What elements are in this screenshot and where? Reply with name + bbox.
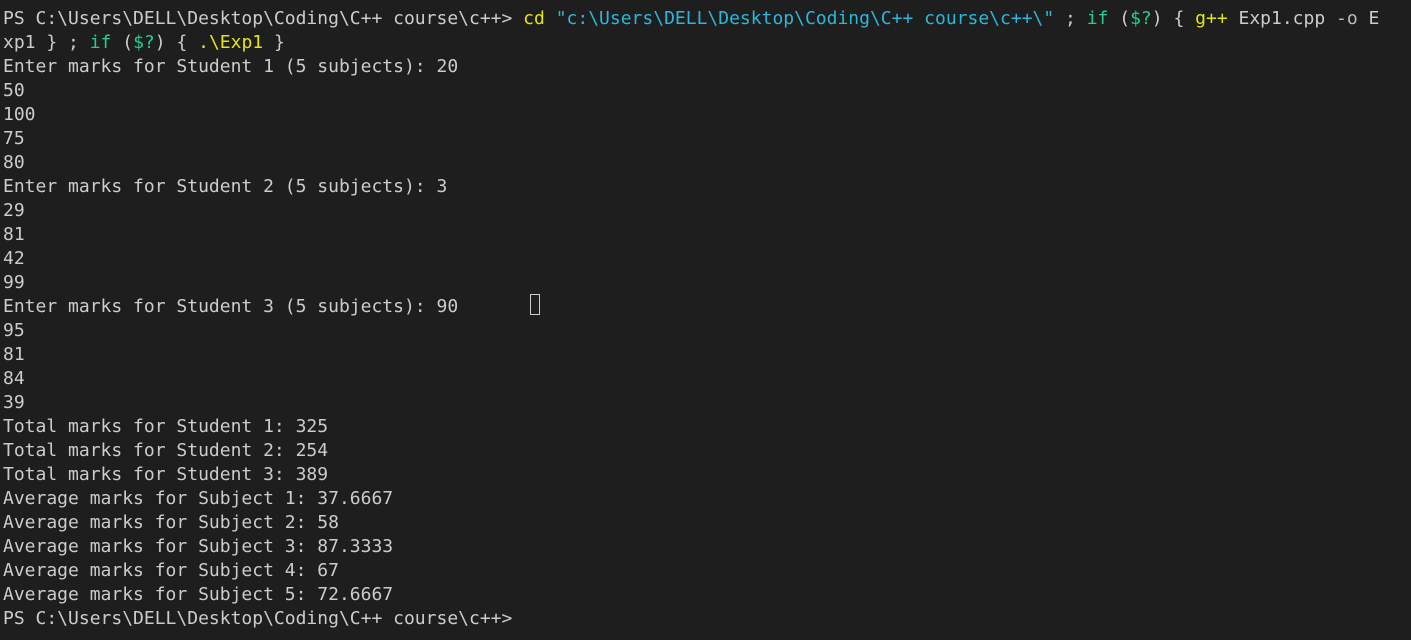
brace-end: }: [263, 32, 285, 53]
output-line: 75: [3, 128, 25, 149]
output-line: Total marks for Student 3: 389: [3, 464, 329, 485]
output-line: 95: [3, 320, 25, 341]
output-line: 81: [3, 224, 25, 245]
output-line: Average marks for Subject 3: 87.3333: [3, 536, 394, 557]
compile-args: Exp1.cpp: [1227, 8, 1337, 29]
output-line: 84: [3, 368, 25, 389]
output-line: 99: [3, 272, 25, 293]
paren-2: (: [111, 32, 134, 53]
command-line-1: PS C:\Users\DELL\Desktop\Coding\C++ cour…: [3, 7, 1407, 31]
status-variable: $?: [1130, 8, 1152, 29]
output-line: Average marks for Subject 5: 72.6667: [3, 584, 394, 605]
output-flag: -o: [1336, 8, 1358, 29]
cd-command: cd: [523, 8, 545, 29]
output-line: 50: [3, 80, 25, 101]
if-keyword-2: if: [89, 32, 112, 53]
output-line: 39: [3, 392, 25, 413]
output-name-part2: xp1: [3, 32, 36, 53]
paren-close: ) {: [1151, 8, 1196, 29]
output-line: Enter marks for Student 2 (5 subjects): …: [3, 176, 448, 197]
output-line: Average marks for Subject 2: 58: [3, 512, 339, 533]
output-line: Average marks for Subject 1: 37.6667: [3, 488, 394, 509]
paren: (: [1108, 8, 1131, 29]
prompt: PS C:\Users\DELL\Desktop\Coding\C++ cour…: [3, 8, 524, 29]
path-string: "c:\Users\DELL\Desktop\Coding\C++ course…: [555, 8, 1055, 29]
output-line: Total marks for Student 1: 325: [3, 416, 329, 437]
status-variable-2: $?: [133, 32, 155, 53]
separator: ;: [1054, 8, 1087, 29]
run-command: .\Exp1: [198, 32, 264, 53]
output-line: Enter marks for Student 3 (5 subjects): …: [3, 296, 459, 317]
if-keyword: if: [1086, 8, 1109, 29]
gpp-command: g++: [1195, 8, 1228, 29]
output-line: 80: [3, 152, 25, 173]
command-line-2: xp1 } ; if ($?) { .\Exp1 }: [3, 31, 1407, 55]
output-line: Total marks for Student 2: 254: [3, 440, 329, 461]
output-line: Average marks for Subject 4: 67: [3, 560, 339, 581]
terminal-output[interactable]: PS C:\Users\DELL\Desktop\Coding\C++ cour…: [3, 7, 1407, 631]
paren-close-2: ) {: [154, 32, 199, 53]
output-line: 42: [3, 248, 25, 269]
output-name-part1: E: [1357, 8, 1380, 29]
separator-2: } ;: [35, 32, 90, 53]
text-cursor: [530, 294, 540, 315]
output-line: 29: [3, 200, 25, 221]
output-line: 81: [3, 344, 25, 365]
output-line: Enter marks for Student 1 (5 subjects): …: [3, 56, 459, 77]
final-prompt: PS C:\Users\DELL\Desktop\Coding\C++ cour…: [3, 608, 524, 629]
output-line: 100: [3, 104, 36, 125]
